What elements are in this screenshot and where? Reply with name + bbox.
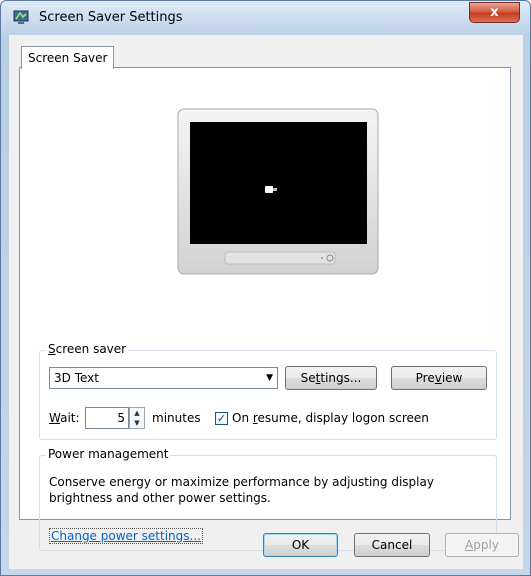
preview-button[interactable]: Preview (391, 366, 487, 390)
power-management-group-label: Power management (46, 447, 171, 461)
on-resume-checkbox[interactable]: ✓ (215, 412, 228, 425)
screen-saver-settings-window: Screen Saver Settings x Screen Saver Scr… (0, 0, 531, 576)
screen-saver-selected-value: 3D Text (54, 371, 99, 385)
screen-saver-group: Screen saver 3D Text ▼ Settings... Previ… (39, 342, 497, 440)
checkmark-icon: ✓ (216, 412, 227, 425)
chevron-down-icon: ▼ (266, 373, 273, 383)
apply-button[interactable]: Apply (445, 533, 519, 557)
screen-saver-dropdown[interactable]: 3D Text ▼ (49, 367, 278, 389)
wait-minutes-stepper[interactable]: ▲ ▼ (129, 407, 145, 429)
close-icon: x (490, 5, 499, 20)
screen-saver-app-icon (13, 10, 31, 25)
settings-button[interactable]: Settings... (285, 366, 377, 390)
cancel-button[interactable]: Cancel (354, 533, 430, 557)
tab-label: Screen Saver (28, 51, 108, 65)
title-bar[interactable]: Screen Saver Settings x (1, 1, 530, 35)
preview-glyph-tail (273, 188, 277, 191)
ok-button[interactable]: OK (263, 533, 338, 557)
screen-saver-group-label: Screen saver (46, 342, 129, 356)
change-power-settings-link[interactable]: Change power settings... (49, 528, 203, 544)
3d-text-preview-glyph (265, 186, 273, 193)
tab-page-screen-saver: Screen saver 3D Text ▼ Settings... Previ… (19, 67, 511, 551)
wait-minutes-input[interactable]: 5 (85, 407, 129, 429)
on-resume-label[interactable]: On resume, display logon screen (232, 411, 429, 425)
window-title: Screen Saver Settings (39, 10, 183, 25)
monitor-preview (177, 108, 380, 276)
close-button[interactable]: x (469, 2, 520, 23)
dialog-client-area: Screen Saver Screen saver 3D Text ▼ Sett… (9, 35, 523, 569)
minutes-label: minutes (152, 411, 201, 425)
wait-label: Wait: (49, 411, 80, 425)
power-description-line1: Conserve energy or maximize performance … (49, 475, 434, 489)
spin-up-icon[interactable]: ▲ (130, 408, 144, 418)
power-description-line2: brightness and other power settings. (49, 491, 271, 505)
tab-screen-saver[interactable]: Screen Saver (21, 46, 115, 69)
spin-down-icon[interactable]: ▼ (130, 418, 144, 428)
